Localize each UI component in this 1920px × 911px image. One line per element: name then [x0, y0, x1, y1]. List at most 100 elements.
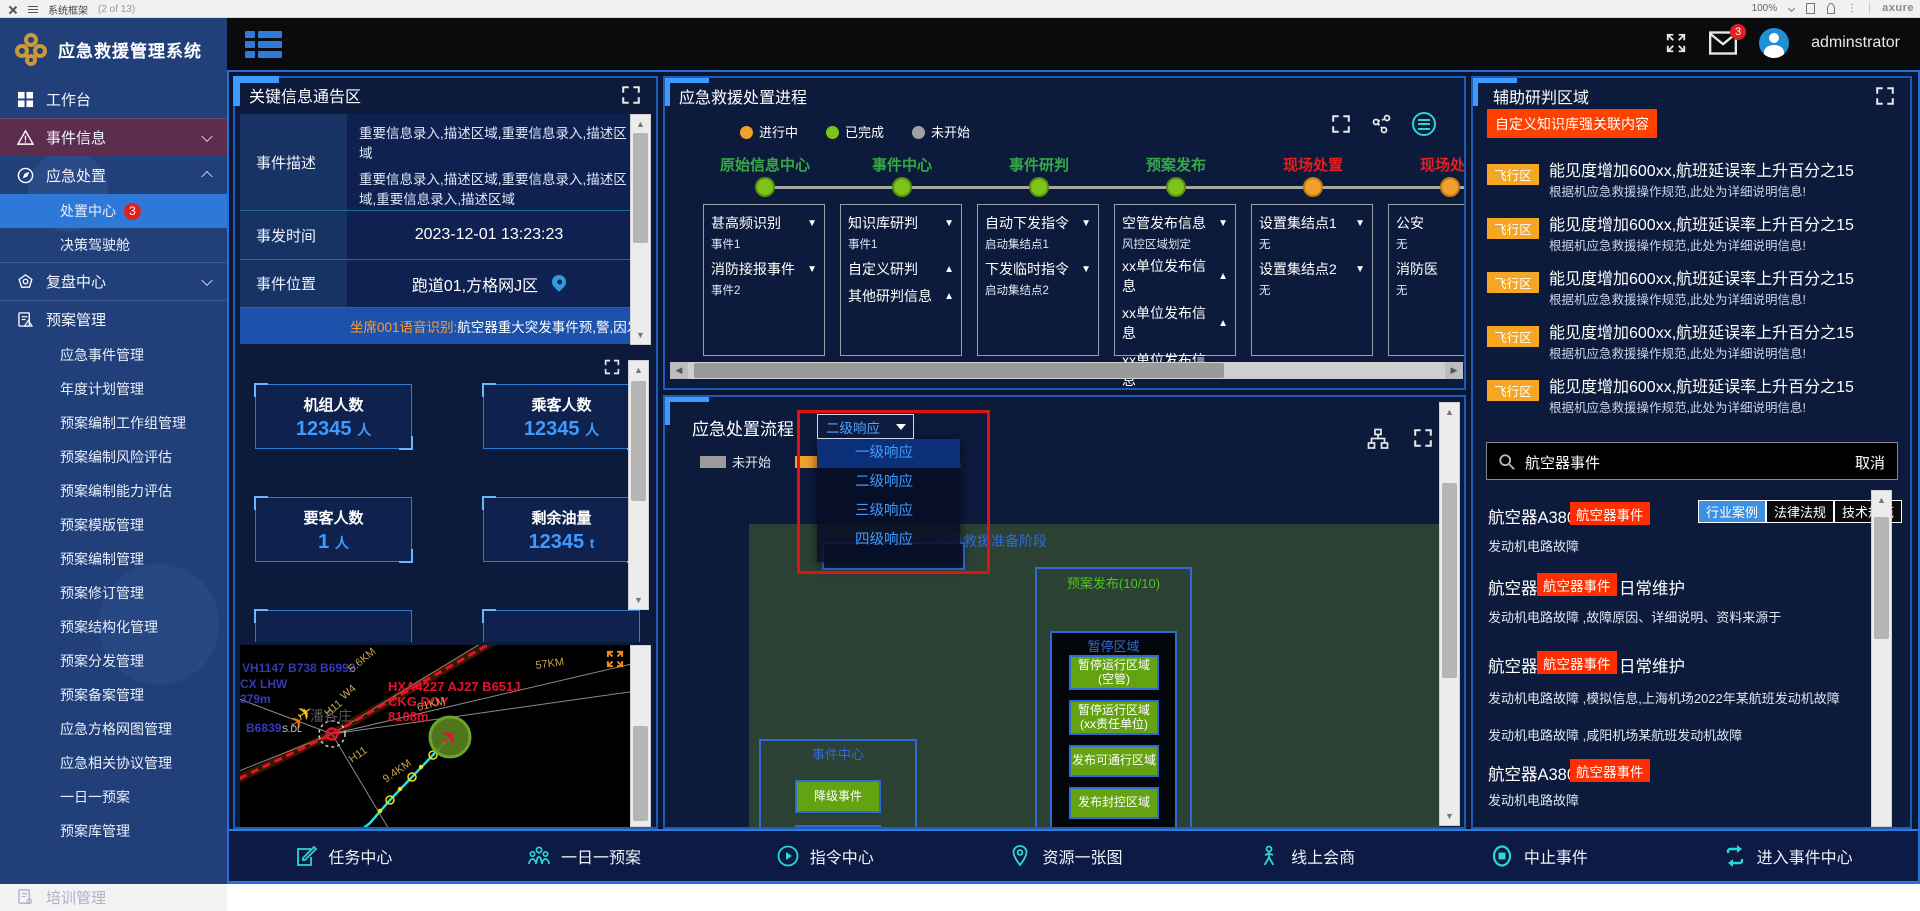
avatar[interactable] [1759, 28, 1789, 58]
enter-event-center-button[interactable]: 进入事件中心 [1723, 844, 1853, 868]
expand-icon[interactable] [1412, 427, 1434, 449]
knowledge-item[interactable]: 飞行区 能见度增加600xx,航班延误率上升百分之15 根据机应急救援操作规范,… [1473, 210, 1912, 264]
tab-laws[interactable]: 法律法规 [1766, 500, 1834, 523]
radar-map[interactable]: ✈ ✈ ✈ 潘各庄 VH1147 B738 B6992 CX LHW 379m … [240, 645, 651, 827]
sidebar-item-plan-compile-mgmt[interactable]: 预案编制管理 [0, 542, 227, 576]
stats-scrollbar[interactable]: ▲ ▼ [628, 360, 649, 610]
stage-item[interactable]: xx单位发布信息▲ [1122, 303, 1228, 343]
publish-sealed-button[interactable]: 发布封控区域 [1069, 787, 1159, 819]
sidebar-item-event-info[interactable]: 事件信息 [0, 118, 227, 156]
stage-item[interactable]: 下发临时指令▼ [985, 259, 1091, 279]
dropdown-option[interactable]: 三级响应 [817, 497, 960, 526]
sidebar-item-emergency-handling[interactable]: 应急处置 [0, 156, 227, 194]
sidebar-item-plan-library-mgmt[interactable]: 预案库管理 [0, 814, 227, 848]
pause-zone-button[interactable]: 暂停运行区域(xx责任单位) [1069, 700, 1159, 735]
location-pin-icon[interactable] [549, 272, 569, 292]
stage-item[interactable]: 自定义研判▲ [848, 259, 954, 279]
expand-icon[interactable] [1874, 85, 1896, 107]
search-box[interactable]: 航空器事件 取消 [1486, 442, 1898, 480]
knowledge-item[interactable]: 飞行区 能见度增加600xx,航班延误率上升百分之15 根据机应急救援操作规范,… [1473, 372, 1912, 426]
expand-icon[interactable] [620, 84, 642, 106]
pause-zone-button[interactable]: 暂停运行区域(空管) [1069, 655, 1159, 690]
sidebar-item-handling-center[interactable]: 处置中心 3 [0, 194, 227, 228]
timeline-node[interactable] [755, 177, 775, 197]
sidebar-item-review-center[interactable]: 复盘中心 [0, 262, 227, 300]
sitemap-icon[interactable] [1366, 427, 1390, 451]
stage-item[interactable]: 甚高频识别▼ [711, 213, 817, 233]
result-desc[interactable]: 发动机电路故障 ,咸阳机场某航班发动机故障 [1488, 725, 1863, 744]
sidebar-item-plan-risk-eval[interactable]: 预案编制风险评估 [0, 440, 227, 474]
stage-item[interactable]: 设置集结点1▼ [1259, 213, 1365, 233]
fullscreen-icon[interactable] [1665, 32, 1687, 54]
stage-item[interactable]: 消防医 [1396, 259, 1466, 279]
legend-label: 未开始 [732, 455, 771, 470]
sidebar-item-emergency-event-mgmt[interactable]: 应急事件管理 [0, 338, 227, 372]
stage-item[interactable]: 其他研判信息▲ [848, 286, 954, 306]
timeline-node[interactable] [1440, 177, 1460, 197]
expand-icon[interactable] [603, 358, 621, 376]
sidebar-item-decision-cockpit[interactable]: 决策驾驶舱 [0, 228, 227, 262]
sidebar-item-agreement-mgmt[interactable]: 应急相关协议管理 [0, 746, 227, 780]
sidebar-item-daily-plan[interactable]: 一日一预案 [0, 780, 227, 814]
response-level-select[interactable]: 二级响应 [817, 414, 914, 439]
stage-item[interactable]: 设置集结点2▼ [1259, 259, 1365, 279]
timeline-node[interactable] [1303, 177, 1323, 197]
timeline-node[interactable] [892, 177, 912, 197]
menu-circle-icon[interactable] [1412, 112, 1436, 136]
more-icon[interactable]: ⋮ [1847, 3, 1857, 14]
expand-icon[interactable] [1330, 113, 1352, 135]
map-scrollbar[interactable] [630, 645, 651, 827]
flow-scrollbar[interactable]: ▲ ▼ [1439, 402, 1460, 826]
share-network-icon[interactable] [1370, 112, 1394, 136]
link-icon[interactable] [1827, 3, 1835, 14]
stage-item[interactable]: 消防接报事件▼ [711, 259, 817, 279]
custom-kb-button[interactable]: 自定义知识库强关联内容 [1487, 109, 1657, 138]
stage-item[interactable]: 自动下发指令▼ [985, 213, 1091, 233]
sidebar-item-plan-filing-mgmt[interactable]: 预案备案管理 [0, 678, 227, 712]
task-center-button[interactable]: 任务中心 [294, 844, 392, 868]
expand-icon[interactable] [605, 649, 625, 669]
dropdown-option[interactable]: 四级响应 [817, 526, 960, 555]
publish-passable-button[interactable]: 发布可通行区域 [1069, 745, 1159, 777]
stage-item[interactable]: xx单位发布信息▲ [1122, 256, 1228, 296]
sidebar-item-plan-template-mgmt[interactable]: 预案模版管理 [0, 508, 227, 542]
sidebar-item-plan-revision-mgmt[interactable]: 预案修订管理 [0, 576, 227, 610]
timeline-node[interactable] [1166, 177, 1186, 197]
sidebar-item-grid-map-mgmt[interactable]: 应急方格网图管理 [0, 712, 227, 746]
sidebar-item-plan-workgroup-mgmt[interactable]: 预案编制工作组管理 [0, 406, 227, 440]
dropdown-option[interactable]: 二级响应 [817, 468, 960, 497]
command-center-button[interactable]: 指令中心 [776, 844, 874, 868]
knowledge-item[interactable]: 飞行区 能见度增加600xx,航班延误率上升百分之15 根据机应急救援操作规范,… [1473, 264, 1912, 318]
zoom-level[interactable]: 100% [1752, 3, 1778, 14]
zoom-dropdown-icon[interactable] [1788, 4, 1795, 11]
hamburger-menu-icon[interactable] [245, 31, 285, 59]
sidebar-item-plan-distribution-mgmt[interactable]: 预案分发管理 [0, 644, 227, 678]
tab-industry-cases[interactable]: 行业案例 [1698, 500, 1766, 523]
daily-plan-button[interactable]: 一日一预案 [527, 844, 641, 868]
close-tab-icon[interactable] [8, 5, 18, 15]
sidebar-item-training-mgmt[interactable]: 培训管理 [0, 884, 227, 911]
stage-item[interactable]: 知识库研判▼ [848, 213, 954, 233]
sidebar-item-plan-management[interactable]: 预案管理 [0, 300, 227, 338]
process-hscrollbar[interactable]: ◀▶ [670, 362, 1463, 379]
timeline-node[interactable] [1029, 177, 1049, 197]
stage-item[interactable]: 公安 [1396, 213, 1466, 233]
resource-map-button[interactable]: 资源一张图 [1008, 844, 1122, 868]
stage-item[interactable]: 空管发布信息▼ [1122, 213, 1228, 233]
knowledge-item[interactable]: 飞行区 能见度增加600xx,航班延误率上升百分之15 根据机应急救援操作规范,… [1473, 318, 1912, 372]
downgrade-event-button[interactable]: 降级事件 [795, 780, 881, 813]
results-scrollbar[interactable]: ▲ [1871, 490, 1892, 827]
sidebar-item-plan-structure-mgmt[interactable]: 预案结构化管理 [0, 610, 227, 644]
knowledge-item[interactable]: 飞行区 能见度增加600xx,航班延误率上升百分之15 根据机应急救援操作规范,… [1473, 156, 1912, 210]
pages-menu-icon[interactable] [28, 5, 38, 15]
dropdown-option[interactable]: 一级响应 [817, 439, 960, 468]
abort-event-button[interactable]: 中止事件 [1490, 844, 1588, 868]
sidebar-item-plan-capability-eval[interactable]: 预案编制能力评估 [0, 474, 227, 508]
mail-button[interactable]: 3 [1709, 31, 1737, 55]
table-scrollbar[interactable]: ▲ ▼ [630, 114, 651, 345]
cancel-button[interactable]: 取消 [1855, 452, 1885, 473]
sidebar-item-workbench[interactable]: 工作台 [0, 80, 227, 118]
sidebar-item-annual-plan-mgmt[interactable]: 年度计划管理 [0, 372, 227, 406]
online-consult-button[interactable]: 线上会商 [1257, 844, 1355, 868]
outline-icon[interactable] [1806, 3, 1815, 14]
